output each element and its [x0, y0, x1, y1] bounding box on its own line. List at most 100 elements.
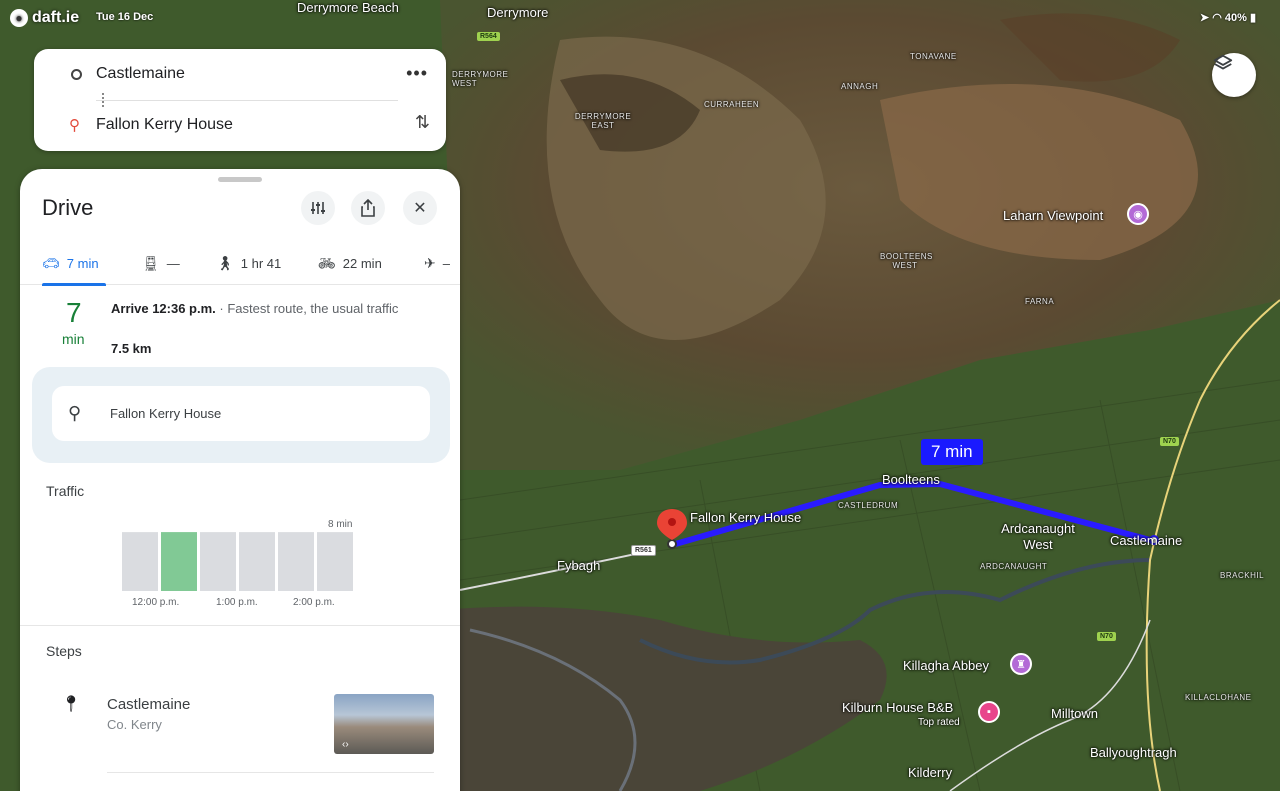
layers-icon — [1213, 54, 1233, 70]
destination-card-name: Fallon Kerry House — [110, 406, 222, 421]
tab-transit[interactable]: 🚆︎ — — [142, 241, 180, 285]
traffic-tick-1pm: 1:00 p.m. — [216, 597, 258, 608]
map-label-killaclohane: KILLACLOHANE — [1185, 693, 1252, 702]
map-label-laharn-viewpoint[interactable]: Laharn Viewpoint — [1003, 208, 1103, 223]
route-minutes-unit: min — [62, 331, 85, 347]
travel-mode-tabs: 🚗︎ 7 min 🚆︎ — 🚶︎ 1 hr 41 🚲︎ 22 min ✈ – — [20, 241, 460, 286]
close-button[interactable]: ✕ — [403, 191, 437, 225]
tab-flight[interactable]: ✈ – — [424, 241, 450, 285]
street-view-icon: ‹› — [342, 739, 349, 750]
tab-drive-label: 7 min — [66, 255, 99, 271]
traffic-section-title: Traffic — [46, 483, 85, 499]
map-label-annagh: ANNAGH — [841, 82, 879, 91]
route-options-button[interactable] — [301, 191, 335, 225]
traffic-tick-2pm: 2:00 p.m. — [293, 597, 335, 608]
road-shield-r564: R564 — [477, 32, 500, 41]
map-label-derrymore-east: DERRYMORE EAST — [574, 112, 632, 130]
route-duration-badge[interactable]: 7 min — [921, 439, 983, 465]
walk-icon: 🚶︎ — [216, 254, 234, 271]
origin-text[interactable]: Castlemaine — [96, 65, 185, 83]
route-minutes: 7 — [66, 297, 82, 328]
step-location-pin-icon: 📍︎ — [61, 696, 82, 713]
map-label-fallon-kerry-house[interactable]: Fallon Kerry House — [690, 510, 801, 525]
traffic-bar — [200, 532, 236, 591]
map-label-top-rated: Top rated — [918, 717, 960, 728]
destination-card[interactable]: ⚲ Fallon Kerry House — [52, 386, 430, 441]
daft-watermark: ● daft.ie — [10, 9, 79, 27]
map-label-milltown[interactable]: Milltown — [1051, 706, 1098, 721]
step-name[interactable]: Castlemaine — [107, 696, 190, 713]
route-arrival-text: Arrive 12:36 p.m. · Fastest route, the u… — [111, 299, 416, 318]
tab-walk-label: 1 hr 41 — [240, 255, 282, 271]
map-label-derrymore-beach[interactable]: Derrymore Beach — [297, 0, 399, 15]
origin-circle-icon — [71, 68, 82, 80]
traffic-bar — [278, 532, 314, 591]
route-distance: 7.5 km — [111, 341, 152, 356]
location-arrow-icon: ➤ — [1199, 12, 1213, 24]
map-label-derrymore[interactable]: Derrymore — [487, 5, 548, 20]
map-label-ballyoughtragh[interactable]: Ballyoughtragh — [1090, 745, 1177, 760]
traffic-bar — [317, 532, 353, 591]
road-shield-n70-south: N70 — [1097, 632, 1116, 641]
traffic-tick-12pm: 12:00 p.m. — [132, 597, 180, 608]
status-bar-battery: ➤ ◠ 40% ▮ — [1200, 11, 1256, 24]
destination-parking-icon: ⚲ — [68, 403, 82, 423]
sliders-icon — [311, 202, 325, 214]
traffic-bar — [239, 532, 275, 591]
map-label-boolteens[interactable]: Boolteens — [882, 472, 940, 487]
battery-percent: 40% — [1224, 12, 1247, 24]
tab-flight-label: – — [442, 255, 450, 271]
map-layers-button[interactable] — [1212, 53, 1256, 97]
more-options-button[interactable]: ••• — [406, 63, 428, 84]
tab-walk[interactable]: 🚶︎ 1 hr 41 — [216, 241, 281, 285]
wifi-icon: ◠ — [1212, 12, 1225, 24]
bike-icon: 🚲︎ — [318, 254, 336, 271]
destination-text[interactable]: Fallon Kerry House — [96, 116, 233, 134]
tab-drive[interactable]: 🚗︎ 7 min — [42, 241, 106, 286]
panel-drag-handle[interactable] — [218, 177, 262, 182]
arrival-time: Arrive 12:36 p.m. — [111, 301, 216, 316]
step-subtitle: Co. Kerry — [107, 717, 162, 732]
map-label-tonavane: TONAVANE — [910, 52, 957, 61]
map-label-ardcanaught-west[interactable]: Ardcanaught West — [988, 521, 1088, 553]
viewpoint-poi-icon[interactable]: ◉ — [1127, 203, 1149, 225]
map-label-castledrum: CASTLEDRUM — [838, 501, 899, 510]
directions-panel: Drive ✕ 🚗︎ 7 min 🚆︎ — 🚶︎ 1 hr 41 🚲︎ 22 m… — [20, 169, 460, 791]
status-bar-date: Tue 16 Dec — [96, 11, 154, 23]
map-label-kilderry[interactable]: Kilderry — [908, 765, 952, 780]
map-label-killagha-abbey[interactable]: Killagha Abbey — [903, 658, 989, 673]
destination-field[interactable]: ⚲ Fallon Kerry House — [34, 105, 446, 145]
street-view-thumbnail[interactable]: ‹› — [334, 694, 434, 754]
road-shield-r561: R561 — [631, 545, 656, 556]
daft-logo-icon: ● — [10, 9, 28, 27]
tab-transit-label: — — [166, 255, 180, 271]
map-label-fybagh[interactable]: Fybagh — [557, 558, 600, 573]
abbey-poi-icon[interactable]: ♜ — [1010, 653, 1032, 675]
map-label-kilburn-house[interactable]: Kilburn House B&B — [842, 700, 953, 715]
map-label-curraheen: CURRAHEEN — [704, 100, 760, 109]
map-label-derrymore-west: DERRYMORE WEST — [452, 70, 509, 88]
tab-bike[interactable]: 🚲︎ 22 min — [318, 241, 382, 285]
plane-icon: ✈ — [424, 254, 436, 271]
step-divider — [107, 772, 434, 773]
panel-title: Drive — [42, 195, 94, 220]
car-icon: 🚗︎ — [42, 254, 60, 271]
swap-direction-button[interactable]: ⇅ — [415, 112, 430, 133]
origin-field[interactable]: Castlemaine — [34, 54, 446, 94]
map-label-brackhill: BRACKHIL — [1220, 571, 1265, 580]
destination-pin-icon: ⚲ — [69, 117, 80, 134]
map-label-castlemaine[interactable]: Castlemaine — [1110, 533, 1182, 548]
share-button[interactable] — [351, 191, 385, 225]
hotel-poi-icon[interactable]: ▪ — [978, 701, 1000, 723]
close-icon: ✕ — [413, 200, 427, 217]
search-divider — [96, 100, 398, 101]
share-icon — [361, 199, 375, 217]
transit-icon: 🚆︎ — [142, 254, 160, 271]
map-label-farna: FARNA — [1025, 297, 1055, 306]
traffic-bar — [161, 532, 197, 591]
map-label-boolteens-west: BOOLTEENS WEST — [880, 252, 933, 270]
traffic-bar — [122, 532, 158, 591]
route-summary[interactable]: 7 min Arrive 12:36 p.m. · Fastest route,… — [20, 295, 460, 361]
directions-search-card: Castlemaine ⚲ Fallon Kerry House ••• ⇅ — [34, 49, 446, 151]
section-divider — [20, 625, 460, 626]
